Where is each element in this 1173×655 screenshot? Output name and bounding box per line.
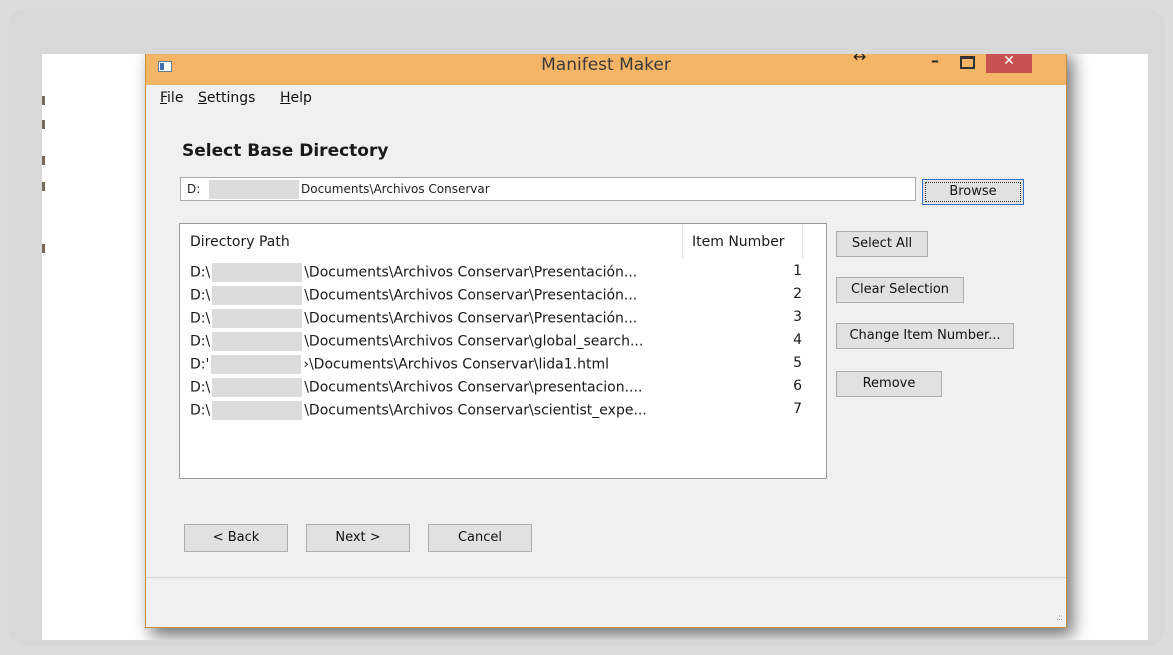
column-separator bbox=[802, 226, 803, 258]
row-item-number: 5 bbox=[793, 355, 802, 371]
row-item-number: 7 bbox=[793, 401, 802, 417]
path-prefix: D:\ bbox=[190, 310, 211, 327]
redacted-segment bbox=[211, 355, 302, 374]
row-path: D:' ›\Documents\Archivos Conservar\lida1.… bbox=[190, 355, 609, 374]
menu-settings-label: ettings bbox=[206, 90, 256, 106]
path-text: \Documents\Archivos Conservar\global_sea… bbox=[304, 333, 644, 350]
path-text: \Documents\Archivos Conservar\presentaci… bbox=[304, 379, 643, 396]
screenshot-frame: Manifest Maker ↔ – ✕ File Settings Help … bbox=[8, 8, 1165, 647]
edge-mark bbox=[42, 96, 45, 105]
path-prefix: D:\ bbox=[190, 333, 211, 350]
path-text: ›\Documents\Archivos Conservar\lida1.htm… bbox=[303, 356, 610, 373]
row-item-number: 2 bbox=[793, 286, 802, 302]
table-row[interactable]: D:' ›\Documents\Archivos Conservar\lida1.… bbox=[180, 352, 826, 375]
redacted-segment bbox=[212, 286, 303, 305]
row-path: D:\ \Documents\Archivos Conservar\Present… bbox=[190, 309, 637, 328]
path-text: \Documents\Archivos Conservar\Presentaci… bbox=[304, 310, 638, 327]
table-row[interactable]: D:\ \Documents\Archivos Conservar\scienti… bbox=[180, 398, 826, 421]
path-prefix: D:\ bbox=[190, 287, 211, 304]
remove-button[interactable]: Remove bbox=[836, 371, 942, 397]
directory-list[interactable]: Directory Path Item Number D:\ \Documents… bbox=[179, 223, 827, 479]
select-all-button[interactable]: Select All bbox=[836, 231, 928, 257]
maximize-icon bbox=[959, 56, 975, 69]
row-path: D:\ \Documents\Archivos Conservar\present… bbox=[190, 378, 642, 397]
column-item-number[interactable]: Item Number bbox=[692, 234, 785, 250]
redacted-segment bbox=[212, 309, 303, 328]
table-row[interactable]: D:\ \Documents\Archivos Conservar\global_… bbox=[180, 329, 826, 352]
menu-help-label: elp bbox=[290, 90, 312, 106]
menu-help[interactable]: Help bbox=[280, 90, 312, 106]
redacted-segment bbox=[209, 180, 299, 199]
path-text: \Documents\Archivos Conservar\scientist_… bbox=[304, 402, 647, 419]
row-item-number: 1 bbox=[793, 263, 802, 279]
column-separator bbox=[682, 226, 683, 258]
path-prefix: D: bbox=[187, 182, 201, 196]
menu-settings[interactable]: Settings bbox=[198, 90, 255, 106]
path-prefix: D:\ bbox=[190, 402, 211, 419]
redacted-segment bbox=[212, 332, 303, 351]
cancel-button[interactable]: Cancel bbox=[428, 524, 532, 552]
clear-selection-button[interactable]: Clear Selection bbox=[836, 277, 964, 303]
menu-help-hotkey: H bbox=[280, 90, 291, 106]
path-text: \Documents\Archivos Conservar\Presentaci… bbox=[304, 264, 638, 281]
table-row[interactable]: D:\ \Documents\Archivos Conservar\Present… bbox=[180, 306, 826, 329]
path-suffix: Documents\Archivos Conservar bbox=[301, 182, 490, 196]
table-row[interactable]: D:\ \Documents\Archivos Conservar\Present… bbox=[180, 283, 826, 306]
row-path: D:\ \Documents\Archivos Conservar\global_… bbox=[190, 332, 643, 351]
row-item-number: 3 bbox=[793, 309, 802, 325]
desktop-canvas: Manifest Maker ↔ – ✕ File Settings Help … bbox=[42, 54, 1148, 640]
row-path: D:\ \Documents\Archivos Conservar\Present… bbox=[190, 263, 637, 282]
back-button[interactable]: < Back bbox=[184, 524, 288, 552]
section-title: Select Base Directory bbox=[182, 141, 389, 161]
menu-file-hotkey: F bbox=[160, 90, 168, 106]
path-prefix: D:' bbox=[190, 356, 210, 373]
menu-bar: File Settings Help bbox=[146, 86, 1066, 110]
edge-mark bbox=[42, 244, 45, 253]
next-button[interactable]: Next > bbox=[306, 524, 410, 552]
change-item-number-button[interactable]: Change Item Number... bbox=[836, 323, 1014, 349]
row-path: D:\ \Documents\Archivos Conservar\scienti… bbox=[190, 401, 647, 420]
menu-file[interactable]: File bbox=[160, 90, 183, 106]
table-row[interactable]: D:\ \Documents\Archivos Conservar\present… bbox=[180, 375, 826, 398]
maximize-button[interactable] bbox=[956, 54, 978, 75]
resize-grip-icon[interactable]: .:: bbox=[1056, 613, 1063, 623]
status-bar-divider bbox=[146, 577, 1066, 578]
column-directory-path[interactable]: Directory Path bbox=[190, 234, 290, 250]
edge-mark bbox=[42, 120, 45, 129]
path-text: \Documents\Archivos Conservar\Presentaci… bbox=[304, 287, 638, 304]
path-prefix: D:\ bbox=[190, 264, 211, 281]
row-item-number: 4 bbox=[793, 332, 802, 348]
minimize-button[interactable]: – bbox=[924, 54, 946, 75]
list-header: Directory Path Item Number bbox=[180, 224, 826, 260]
row-item-number: 6 bbox=[793, 378, 802, 394]
menu-file-label: ile bbox=[167, 90, 184, 106]
manifest-maker-window: Manifest Maker ↔ – ✕ File Settings Help … bbox=[145, 54, 1067, 628]
table-row[interactable]: D:\ \Documents\Archivos Conservar\Present… bbox=[180, 260, 826, 283]
edge-mark bbox=[42, 156, 45, 165]
close-button[interactable]: ✕ bbox=[986, 54, 1032, 73]
redacted-segment bbox=[212, 401, 303, 420]
path-prefix: D:\ bbox=[190, 379, 211, 396]
menu-settings-hotkey: S bbox=[198, 90, 207, 106]
base-directory-input[interactable]: D: Documents\Archivos Conservar bbox=[180, 177, 916, 201]
row-path: D:\ \Documents\Archivos Conservar\Present… bbox=[190, 286, 637, 305]
edge-mark bbox=[42, 182, 45, 191]
browse-button[interactable]: Browse bbox=[922, 179, 1024, 205]
redacted-segment bbox=[212, 378, 303, 397]
title-bar[interactable]: Manifest Maker ↔ – ✕ bbox=[146, 54, 1066, 85]
redacted-segment bbox=[212, 263, 303, 282]
resize-arrows-icon: ↔ bbox=[853, 54, 867, 66]
